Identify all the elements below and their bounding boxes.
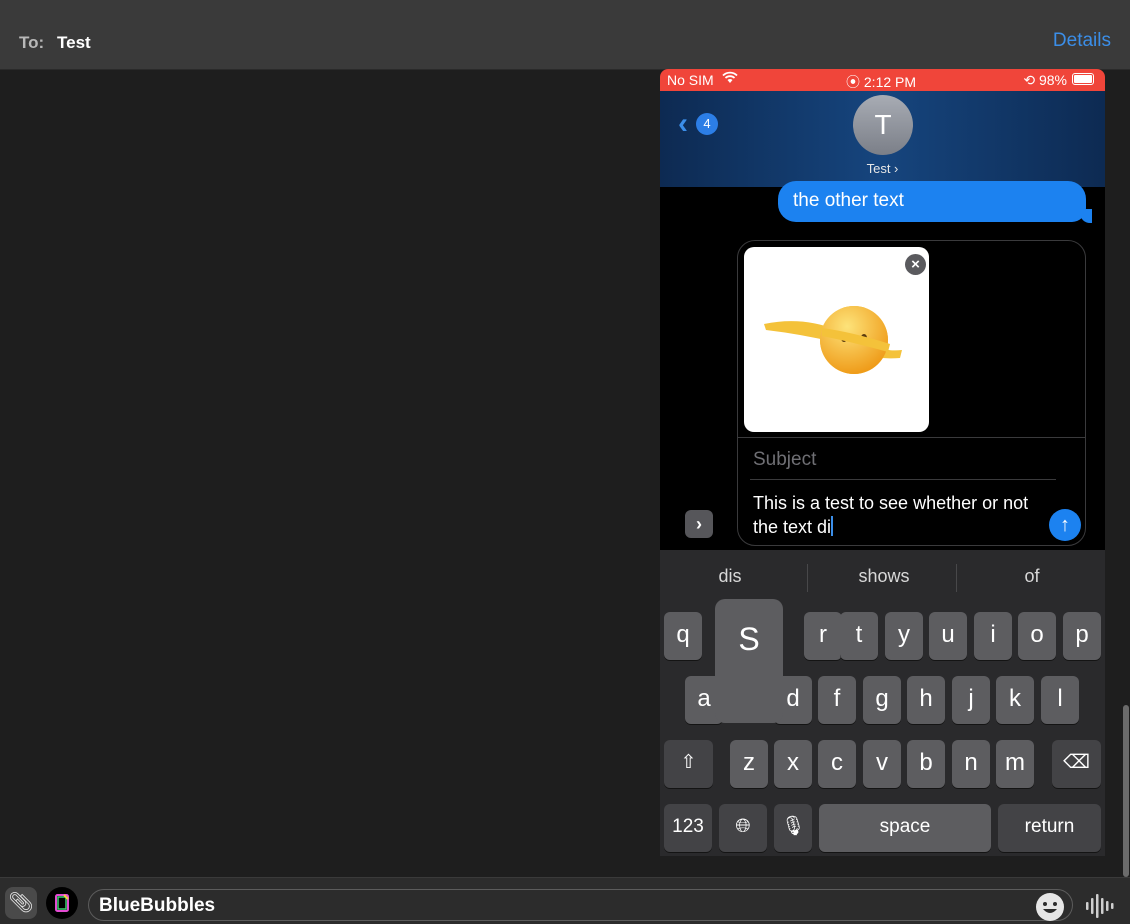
key-y: y — [885, 612, 923, 660]
message-input-text: BlueBubbles — [99, 895, 216, 916]
key-p: p — [1063, 612, 1101, 660]
microphone-icon: 🎙︎ — [774, 804, 812, 852]
message-draft-text: This is a test to see whether or not the… — [753, 493, 1029, 537]
key-t: t — [840, 612, 878, 660]
return-key: return — [998, 804, 1101, 852]
suggestion-item: shows — [858, 566, 910, 586]
key-o: o — [1018, 612, 1056, 660]
voice-waveform-icon[interactable] — [1085, 894, 1115, 918]
key-x: x — [774, 740, 812, 788]
globe-icon: 🌐︎ — [719, 804, 767, 852]
unread-badge: 4 — [696, 113, 718, 135]
phone-keyboard: dis shows of q r t y u i o p a d f g h j… — [660, 550, 1105, 856]
suggestion-divider — [956, 564, 957, 592]
key-k: k — [996, 676, 1034, 724]
avatar: T — [853, 95, 913, 155]
backspace-icon: ⌫ — [1052, 740, 1101, 788]
key-f: f — [818, 676, 856, 724]
text-caret — [831, 516, 834, 536]
phone-nav-bar: ‹ 4 T Test › — [660, 91, 1105, 187]
conversation-header: To: Test Details — [0, 0, 1130, 70]
key-q: q — [664, 612, 702, 660]
key-l: l — [1041, 676, 1079, 724]
key-j: j — [952, 676, 990, 724]
send-arrow-icon: ↑ — [1049, 509, 1081, 541]
status-time: 2:12 PM — [863, 74, 917, 90]
clock: ⦿ 2:12 PM — [846, 72, 916, 92]
subject-divider — [750, 479, 1056, 480]
message-draft: This is a test to see whether or not the… — [753, 491, 1043, 539]
compose-bar: 📎︎ BlueBubbles — [0, 877, 1130, 924]
alarm-icon: ⦿ — [846, 74, 860, 90]
app-window: To: Test Details No SIM ⦿ 2:12 PM ⟲ 98% … — [0, 0, 1130, 924]
space-key: space — [819, 804, 991, 852]
key-h: h — [907, 676, 945, 724]
shift-icon: ⇧ — [664, 740, 713, 788]
key-r: r — [804, 612, 842, 660]
suggestion-item: of — [1024, 566, 1040, 586]
expand-chevron-icon: › — [685, 510, 713, 538]
subject-field: Subject — [753, 449, 817, 470]
battery-info: ⟲ 98% — [1023, 72, 1067, 89]
orientation-lock-icon: ⟲ — [1023, 72, 1036, 88]
key-i: i — [974, 612, 1012, 660]
emoji-icon[interactable] — [1035, 892, 1065, 922]
key-c: c — [818, 740, 856, 788]
composer: × Subject This is a test to see whether … — [737, 240, 1086, 546]
battery-percent: 98% — [1038, 72, 1067, 88]
back-chevron-icon: ‹ — [678, 107, 688, 140]
scrollbar[interactable] — [1123, 705, 1129, 877]
paperclip-icon[interactable]: 📎︎ — [5, 887, 37, 919]
dab-emoji-icon — [762, 302, 907, 377]
screenshot-attachment[interactable]: No SIM ⦿ 2:12 PM ⟲ 98% ‹ 4 T Test › the … — [660, 69, 1105, 856]
carrier-label: No SIM — [667, 72, 714, 88]
suggestion-bar: dis shows of — [660, 550, 1105, 598]
numbers-key: 123 — [664, 804, 712, 852]
attachment-picker-icon[interactable] — [46, 887, 78, 919]
key-b: b — [907, 740, 945, 788]
wifi-icon — [722, 71, 738, 87]
message-input[interactable]: BlueBubbles — [88, 889, 1073, 921]
message-bubble: the other text — [778, 181, 1086, 222]
key-v: v — [863, 740, 901, 788]
phone-status-bar: No SIM ⦿ 2:12 PM ⟲ 98% — [660, 69, 1105, 91]
key-z: z — [730, 740, 768, 788]
close-icon: × — [905, 254, 926, 275]
bubble-text: the other text — [793, 190, 904, 211]
suggestion-divider — [807, 564, 808, 592]
divider — [738, 437, 1085, 438]
key-popup-s: S — [715, 599, 783, 723]
recipient-name: Test — [57, 33, 91, 52]
suggestion-item: dis — [718, 566, 742, 586]
key-g: g — [863, 676, 901, 724]
key-n: n — [952, 740, 990, 788]
image-attachment: × — [744, 247, 929, 432]
key-u: u — [929, 612, 967, 660]
details-button[interactable]: Details — [1053, 30, 1111, 52]
contact-name: Test › — [866, 161, 899, 176]
to-label: To: — [19, 33, 45, 52]
key-m: m — [996, 740, 1034, 788]
bubble-tail — [1080, 209, 1092, 223]
battery-icon — [1072, 73, 1094, 85]
